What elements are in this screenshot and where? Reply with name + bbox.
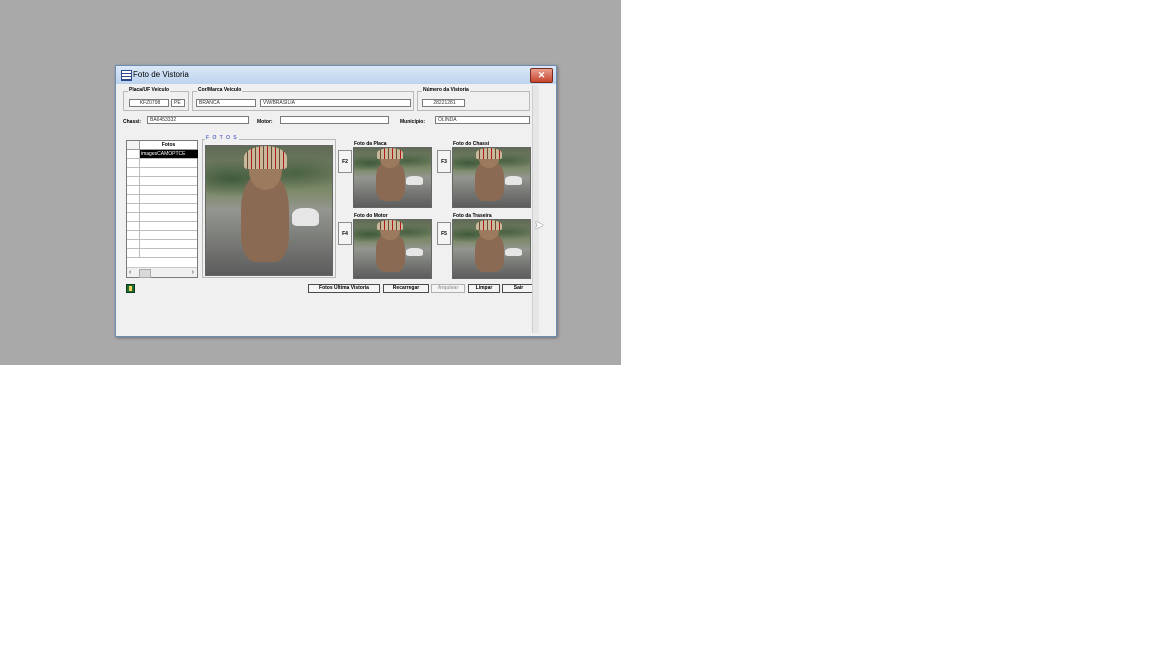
row-indicator (127, 240, 140, 248)
close-button[interactable]: ✕ (530, 68, 553, 83)
f3-button[interactable]: F3 (437, 150, 451, 173)
grid-corner (127, 141, 140, 149)
row-indicator (127, 249, 140, 257)
f5-button[interactable]: F5 (437, 222, 451, 245)
chevron-right-icon[interactable]: › (192, 268, 194, 277)
foto-vistoria-window: Foto de Vistoria ✕ Placa/UF Veículo KFZ0… (115, 65, 557, 337)
table-row[interactable] (127, 231, 197, 240)
grid-cell[interactable] (140, 168, 198, 176)
scroll-thumb[interactable] (139, 269, 151, 278)
row-indicator (127, 204, 140, 212)
photo-car (406, 247, 424, 256)
cor-field[interactable]: BRANCA (196, 99, 256, 107)
uf-field[interactable]: PE (171, 99, 185, 107)
foto-chassi-image[interactable] (452, 147, 531, 208)
row-indicator (127, 213, 140, 221)
table-row[interactable]: imagesCAMOPTCE (127, 150, 198, 159)
fotos-grid[interactable]: Fotos imagesCAMOPTCE ‹ › (126, 140, 198, 278)
main-photo[interactable] (205, 145, 333, 276)
sair-button[interactable]: Sair (502, 284, 535, 293)
fotos-ultima-vistoria-button[interactable]: Fotos Última Vistoria (308, 284, 380, 293)
grid-cell[interactable] (140, 213, 198, 221)
grid-cell[interactable] (140, 240, 198, 248)
marca-field[interactable]: VW/BRASILIA (260, 99, 411, 107)
row-indicator (127, 195, 140, 203)
municipio-field[interactable]: OLINDA (435, 116, 530, 124)
chassi-field[interactable]: BA6453332 (147, 116, 249, 124)
table-row[interactable] (127, 168, 197, 177)
table-row[interactable] (127, 213, 197, 222)
recarregar-button[interactable]: Recarregar (383, 284, 429, 293)
photo-car (406, 176, 424, 185)
row-indicator (127, 150, 140, 158)
photo-hat (476, 148, 503, 159)
row-indicator (127, 159, 140, 167)
table-row[interactable] (127, 204, 197, 213)
photo-car (291, 207, 320, 226)
chassi-label: Chassi: (123, 119, 142, 125)
grid-cell[interactable] (140, 159, 198, 167)
form-icon (121, 70, 132, 81)
photo-hat (377, 148, 404, 159)
numero-vistoria-legend: Número da Vistoria (422, 87, 470, 93)
grid-cell[interactable] (140, 195, 198, 203)
motor-label: Motor: (257, 119, 273, 125)
table-row[interactable] (127, 222, 197, 231)
table-row[interactable] (127, 177, 197, 186)
photo-hat (377, 220, 404, 231)
row-indicator (127, 222, 140, 230)
mouse-cursor-icon: ➤ (534, 218, 545, 232)
cor-marca-group: Cor/Marca Veículo BRANCA VW/BRASILIA (192, 87, 414, 111)
table-row[interactable] (127, 159, 197, 168)
vertical-scrollbar[interactable] (532, 85, 539, 333)
motor-field[interactable] (280, 116, 389, 124)
grid-cell[interactable] (140, 186, 198, 194)
foto-traseira-image[interactable] (452, 219, 531, 279)
grid-cell[interactable] (140, 249, 198, 257)
chevron-left-icon[interactable]: ‹ (129, 268, 131, 277)
grid-cell[interactable]: imagesCAMOPTCE (140, 150, 198, 158)
f2-button[interactable]: F2 (338, 150, 352, 173)
grid-cell[interactable] (140, 231, 198, 239)
close-icon: ✕ (537, 70, 546, 80)
fotos-frame: F O T O S (202, 135, 336, 278)
photo-hat (243, 146, 287, 170)
arquivar-button[interactable]: Arquivar (431, 284, 465, 293)
row-indicator (127, 168, 140, 176)
photo-hat (476, 220, 503, 231)
grid-cell[interactable] (140, 204, 198, 212)
traffic-light-icon (126, 284, 135, 293)
window-title: Foto de Vistoria (133, 70, 189, 79)
foto-placa-image[interactable] (353, 147, 432, 208)
row-indicator (127, 177, 140, 185)
placa-uf-group: Placa/UF Veículo KFZ0798 PE (123, 87, 189, 111)
limpar-button[interactable]: Limpar (468, 284, 500, 293)
fotos-legend: F O T O S (205, 135, 239, 141)
cor-marca-legend: Cor/Marca Veículo (197, 87, 243, 93)
photo-car (505, 176, 523, 185)
table-row[interactable] (127, 249, 197, 258)
horizontal-scrollbar[interactable]: ‹ › (127, 267, 197, 278)
placa-field[interactable]: KFZ0798 (129, 99, 169, 107)
row-indicator (127, 231, 140, 239)
form-body: Placa/UF Veículo KFZ0798 PE Cor/Marca Ve… (119, 85, 535, 333)
placa-uf-legend: Placa/UF Veículo (128, 87, 171, 93)
grid-cell[interactable] (140, 222, 198, 230)
municipio-label: Município: (400, 119, 425, 125)
numero-vistoria-field[interactable]: 28221281 (422, 99, 465, 107)
row-indicator (127, 186, 140, 194)
grid-cell[interactable] (140, 177, 198, 185)
fotos-column-header: Fotos (161, 142, 176, 148)
grid-header: Fotos (127, 141, 197, 150)
table-row[interactable] (127, 195, 197, 204)
title-bar[interactable]: Foto de Vistoria ✕ (116, 66, 556, 84)
table-row[interactable] (127, 186, 197, 195)
f4-button[interactable]: F4 (338, 222, 352, 245)
table-row[interactable] (127, 240, 197, 249)
foto-motor-image[interactable] (353, 219, 432, 279)
numero-vistoria-group: Número da Vistoria 28221281 (417, 87, 530, 111)
photo-car (505, 247, 523, 256)
